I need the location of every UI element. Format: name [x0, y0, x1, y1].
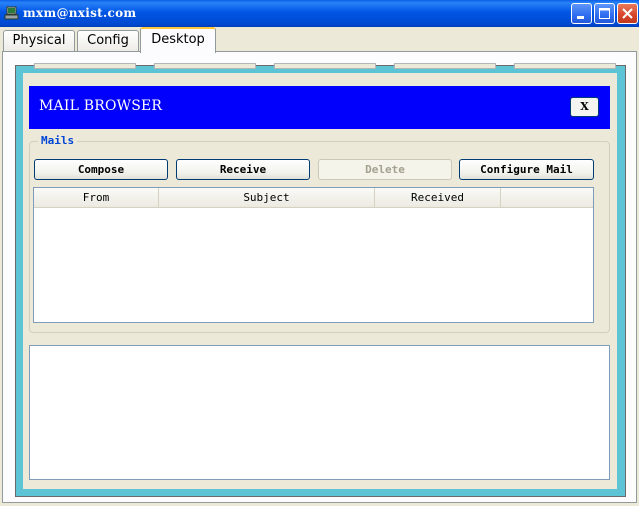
- mail-browser-header: MAIL BROWSER X: [29, 86, 610, 129]
- mail-list-table[interactable]: From Subject Received: [33, 187, 594, 323]
- tab-desktop[interactable]: Desktop: [140, 27, 216, 53]
- tab-strip: Physical Config Desktop: [0, 27, 639, 53]
- mail-browser-title: MAIL BROWSER: [39, 98, 163, 114]
- desktop-app-tile[interactable]: [514, 63, 616, 69]
- column-header-from[interactable]: From: [34, 188, 159, 207]
- column-header-received[interactable]: Received: [375, 188, 501, 207]
- desktop-app-tile[interactable]: [34, 63, 136, 69]
- maximize-icon: [599, 8, 610, 19]
- desktop-app-tile[interactable]: [154, 63, 256, 69]
- mails-group-label: Mails: [38, 134, 78, 147]
- tab-config[interactable]: Config: [77, 30, 139, 52]
- desktop-app-tile[interactable]: [274, 63, 376, 69]
- desktop-tab-panel: MAIL BROWSER X Mails Compose Receive Del…: [2, 51, 637, 503]
- window-title: mxm@nxist.com: [23, 6, 137, 20]
- minimize-button[interactable]: [571, 3, 592, 24]
- delete-button[interactable]: Delete: [318, 159, 452, 180]
- configure-mail-button[interactable]: Configure Mail: [459, 159, 594, 180]
- minimize-icon: [577, 16, 584, 19]
- pc-app-icon: [4, 6, 19, 20]
- mails-group: Mails Compose Receive Delete Configure M…: [29, 134, 610, 333]
- tab-physical[interactable]: Physical: [3, 30, 75, 52]
- mail-preview-pane[interactable]: [29, 345, 610, 480]
- column-header-subject[interactable]: Subject: [159, 188, 375, 207]
- mail-browser-close-button[interactable]: X: [570, 97, 599, 117]
- desktop-app-tile[interactable]: [394, 63, 496, 69]
- window-title-bar[interactable]: mxm@nxist.com: [0, 0, 639, 27]
- mail-list-header: From Subject Received: [34, 188, 593, 208]
- receive-button[interactable]: Receive: [176, 159, 310, 180]
- column-header-extra: [501, 188, 593, 207]
- mail-browser-window: MAIL BROWSER X Mails Compose Receive Del…: [23, 73, 617, 489]
- compose-button[interactable]: Compose: [34, 159, 168, 180]
- close-icon: [622, 8, 633, 19]
- desktop-area: MAIL BROWSER X Mails Compose Receive Del…: [15, 63, 626, 497]
- close-window-button[interactable]: [617, 3, 638, 24]
- maximize-button[interactable]: [594, 3, 615, 24]
